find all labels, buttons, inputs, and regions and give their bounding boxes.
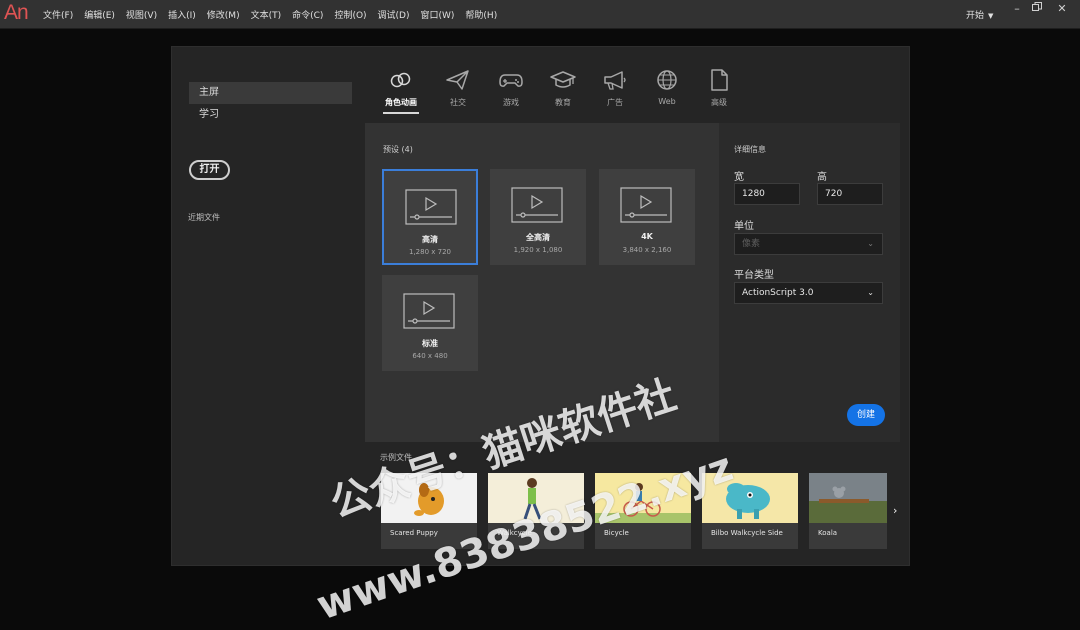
- create-button[interactable]: 创建: [847, 404, 885, 426]
- menu-window[interactable]: 窗口(W): [421, 8, 455, 21]
- template-card-walkcycle[interactable]: Walkcycle: [488, 473, 584, 549]
- tab-education[interactable]: 教育: [536, 69, 590, 108]
- menu-file[interactable]: 文件(F): [43, 8, 73, 21]
- chevron-right-icon[interactable]: ›: [893, 504, 897, 517]
- template-name: Walkcycle: [497, 529, 532, 537]
- preset-card-full-hd[interactable]: 全高清 1,920 x 1,080: [490, 169, 586, 265]
- character-animation-icon: [390, 72, 411, 88]
- video-preset-icon: [403, 293, 455, 329]
- preset-card-hd[interactable]: 高清 1,280 x 720: [382, 169, 478, 265]
- menu-view[interactable]: 视图(V): [126, 8, 157, 21]
- preset-name: 高清: [422, 235, 438, 244]
- bicycle-thumbnail: [595, 473, 691, 523]
- unit-dropdown: 像素 ⌄: [734, 233, 883, 255]
- menu-commands[interactable]: 命令(C): [292, 8, 323, 21]
- platform-label: 平台类型: [734, 270, 774, 281]
- chevron-down-icon: ▼: [988, 12, 994, 20]
- scared-puppy-thumbnail: [381, 473, 477, 523]
- preset-name: 全高清: [526, 233, 550, 242]
- tab-label: 教育: [555, 98, 571, 107]
- tab-label: 社交: [450, 98, 466, 107]
- menu-insert[interactable]: 插入(I): [168, 8, 196, 21]
- tab-label: Web: [658, 97, 676, 106]
- template-card-bilbo-walkcycle-side[interactable]: Bilbo Walkcycle Side: [702, 473, 798, 549]
- template-name: Bilbo Walkcycle Side: [711, 529, 783, 537]
- height-field[interactable]: 720: [817, 183, 883, 205]
- workspace-switcher[interactable]: 开始 ▼: [966, 8, 993, 21]
- tab-label: 广告: [607, 98, 623, 107]
- close-icon[interactable]: ✕: [1055, 2, 1069, 15]
- details-panel: 详细信息 宽 1280 高 720 单位 像素 ⌄ 平台类型 ActionScr…: [719, 123, 900, 442]
- unit-value: 像素: [742, 239, 761, 249]
- video-preset-icon: [620, 187, 672, 223]
- template-name: Scared Puppy: [390, 529, 438, 537]
- menu-text[interactable]: 文本(T): [251, 8, 282, 21]
- templates-label: 示例文件: [380, 453, 412, 462]
- platform-dropdown[interactable]: ActionScript 3.0 ⌄: [734, 282, 883, 304]
- open-button[interactable]: 打开: [189, 160, 230, 180]
- width-field[interactable]: 1280: [734, 183, 800, 205]
- tab-label: 高级: [711, 98, 727, 107]
- tab-label: 角色动画: [385, 98, 417, 107]
- tab-character-animation[interactable]: 角色动画: [374, 69, 428, 114]
- menu-help[interactable]: 帮助(H): [465, 8, 497, 21]
- preset-card-standard[interactable]: 标准 640 x 480: [382, 275, 478, 371]
- menu-list: 文件(F) 编辑(E) 视图(V) 插入(I) 修改(M) 文本(T) 命令(C…: [43, 0, 508, 28]
- app-logo: An: [4, 1, 29, 24]
- menu-modify[interactable]: 修改(M): [207, 8, 240, 21]
- sidebar: 主屏 学习: [189, 82, 352, 126]
- video-preset-icon: [405, 189, 457, 225]
- presets-title: 预设 (4): [383, 145, 413, 154]
- tab-web[interactable]: Web: [640, 69, 694, 106]
- chevron-down-icon: ⌄: [867, 288, 874, 297]
- template-name: Bicycle: [604, 529, 629, 537]
- document-icon: [711, 69, 728, 91]
- height-label: 高: [817, 172, 827, 183]
- globe-icon: [657, 70, 677, 90]
- preset-name: 4K: [641, 232, 653, 241]
- megaphone-icon: [604, 71, 626, 90]
- template-card-scared-puppy[interactable]: Scared Puppy: [381, 473, 477, 549]
- active-tab-underline: [383, 112, 419, 114]
- koala-thumbnail: [809, 473, 887, 523]
- menu-debug[interactable]: 调试(D): [378, 8, 410, 21]
- video-preset-icon: [511, 187, 563, 223]
- graduation-cap-icon: [550, 71, 576, 88]
- platform-value: ActionScript 3.0: [742, 288, 814, 298]
- preset-size: 1,280 x 720: [409, 248, 451, 256]
- unit-label: 单位: [734, 221, 754, 232]
- recent-files-label: 近期文件: [188, 213, 220, 222]
- walkcycle-thumbnail: [488, 473, 584, 523]
- tab-social[interactable]: 社交: [431, 69, 485, 108]
- menu-control[interactable]: 控制(O): [334, 8, 366, 21]
- preset-card-4k[interactable]: 4K 3,840 x 2,160: [599, 169, 695, 265]
- gamepad-icon: [499, 74, 523, 87]
- template-name: Koala: [818, 529, 838, 537]
- menu-bar: An 文件(F) 编辑(E) 视图(V) 插入(I) 修改(M) 文本(T) 命…: [0, 0, 1080, 29]
- preset-name: 标准: [422, 339, 438, 348]
- sidebar-item-learn[interactable]: 学习: [189, 104, 352, 126]
- tab-label: 游戏: [503, 98, 519, 107]
- details-title: 详细信息: [734, 145, 766, 154]
- paper-plane-icon: [446, 70, 469, 90]
- restore-icon[interactable]: [1030, 2, 1044, 15]
- preset-size: 1,920 x 1,080: [513, 246, 563, 254]
- preset-size: 640 x 480: [412, 352, 448, 360]
- width-label: 宽: [734, 172, 744, 183]
- template-card-bicycle[interactable]: Bicycle: [595, 473, 691, 549]
- minimize-icon[interactable]: –: [1010, 2, 1024, 15]
- tab-games[interactable]: 游戏: [484, 69, 538, 108]
- bilbo-walkcycle-thumbnail: [702, 473, 798, 523]
- tab-advanced[interactable]: 高级: [692, 69, 746, 108]
- start-screen-dialog: 主屏 学习 打开 近期文件 角色动画 社交 游戏 教育 广告 Web 高级 预设…: [171, 46, 910, 566]
- presets-panel: 预设 (4) 高清 1,280 x 720 全高清 1,920 x 1,080 …: [365, 123, 719, 442]
- template-card-koala[interactable]: Koala: [809, 473, 887, 549]
- chevron-down-icon: ⌄: [867, 239, 874, 248]
- menu-edit[interactable]: 编辑(E): [84, 8, 115, 21]
- workspace-label: 开始: [966, 11, 985, 21]
- preset-size: 3,840 x 2,160: [622, 246, 672, 254]
- tab-advertising[interactable]: 广告: [588, 69, 642, 108]
- sidebar-item-home[interactable]: 主屏: [189, 82, 352, 104]
